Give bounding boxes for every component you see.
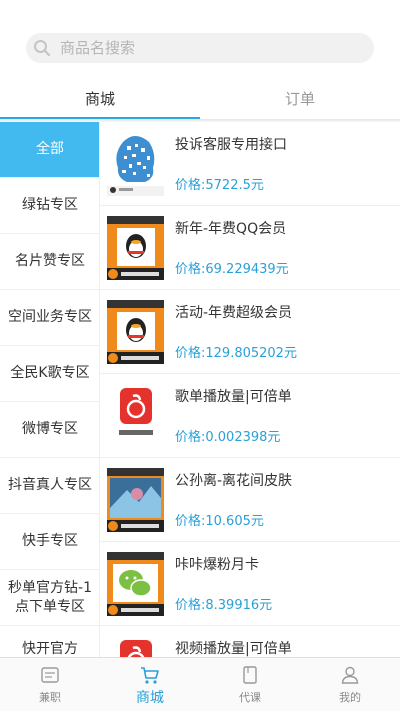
product-list: 投诉客服专用接口 价格:5722.5元 新年-年费QQ会员 价格:69.2294…: [100, 122, 400, 657]
book-icon: [243, 666, 257, 684]
nav-profile[interactable]: 我的: [300, 658, 400, 711]
sidebar-item-weibo[interactable]: 微博专区: [0, 402, 99, 458]
sidebar-item-douyin[interactable]: 抖音真人专区: [0, 458, 99, 514]
person-icon: [341, 666, 359, 684]
product-price: 价格:5722.5元: [175, 178, 264, 193]
product-title: 新年-年费QQ会员: [175, 221, 287, 237]
qq-penguin-thumbnail: [107, 300, 164, 364]
product-item[interactable]: 咔咔爆粉月卡 价格:8.39916元: [100, 542, 400, 626]
sidebar-item-karaoke[interactable]: 全民K歌专区: [0, 346, 99, 402]
document-icon: [41, 667, 59, 683]
sidebar-item-card-likes[interactable]: 名片赞专区: [0, 234, 99, 290]
product-item[interactable]: 投诉客服专用接口 价格:5722.5元: [100, 122, 400, 206]
search-box[interactable]: [26, 33, 374, 63]
game-skin-thumbnail: [107, 468, 164, 532]
tab-orders[interactable]: 订单: [200, 80, 400, 120]
product-title: 活动-年费超级会员: [175, 305, 293, 321]
sidebar-item-quick-open[interactable]: 快开官方: [0, 626, 99, 657]
product-title: 歌单播放量|可倍单: [175, 389, 292, 405]
product-price: 价格:69.229439元: [175, 262, 289, 277]
sidebar-item-label: 快手专区: [22, 533, 78, 549]
search-icon: [34, 40, 51, 57]
sidebar-item-label: 快开官方: [22, 641, 78, 657]
sidebar-item-label: 全部: [36, 141, 64, 157]
cart-icon: [141, 667, 159, 684]
product-item[interactable]: 新年-年费QQ会员 价格:69.229439元: [100, 206, 400, 290]
product-item[interactable]: 活动-年费超级会员 价格:129.805202元: [100, 290, 400, 374]
product-title: 视频播放量|可倍单: [175, 641, 292, 657]
sidebar-item-kuaishou[interactable]: 快手专区: [0, 514, 99, 570]
product-price: 价格:10.605元: [175, 514, 264, 529]
wechat-thumbnail: [107, 552, 164, 616]
product-title: 公孙离-离花间皮肤: [175, 473, 293, 489]
qr-code-thumbnail: [107, 132, 164, 196]
nav-part-time[interactable]: 兼职: [0, 658, 100, 711]
sidebar-item-label: 抖音真人专区: [8, 477, 92, 493]
category-sidebar: 全部 绿钻专区 名片赞专区 空间业务专区 全民K歌专区 微博专区 抖音真人专区 …: [0, 122, 100, 657]
product-title: 咔咔爆粉月卡: [175, 557, 259, 573]
tab-mall[interactable]: 商城: [0, 80, 200, 120]
product-price: 价格:0.002398元: [175, 430, 281, 445]
nav-label: 我的: [339, 691, 361, 704]
sidebar-item-label: 微博专区: [22, 421, 78, 437]
sidebar-item-label: 空间业务专区: [8, 309, 92, 325]
nav-label: 商城: [136, 690, 164, 706]
sidebar-item-all[interactable]: 全部: [0, 122, 99, 178]
search-bar: [0, 0, 400, 86]
search-input[interactable]: [60, 33, 360, 63]
netease-music-thumbnail: [107, 636, 164, 657]
product-price: 价格:8.39916元: [175, 598, 273, 613]
nav-label: 兼职: [39, 691, 61, 704]
product-item[interactable]: 歌单播放量|可倍单 价格:0.002398元: [100, 374, 400, 458]
sidebar-item-green-diamond[interactable]: 绿钻专区: [0, 178, 99, 234]
netease-music-thumbnail: [107, 384, 164, 448]
bottom-nav: 兼职 商城 代课 我的: [0, 657, 400, 711]
sidebar-item-label: 名片赞专区: [15, 253, 85, 269]
product-price: 价格:129.805202元: [175, 346, 297, 361]
top-tabs: 商城 订单: [0, 80, 400, 120]
qq-penguin-thumbnail: [107, 216, 164, 280]
nav-mall[interactable]: 商城: [100, 658, 200, 711]
product-item[interactable]: 公孙离-离花间皮肤 价格:10.605元: [100, 458, 400, 542]
sidebar-item-qzone[interactable]: 空间业务专区: [0, 290, 99, 346]
product-item[interactable]: 视频播放量|可倍单: [100, 626, 400, 657]
nav-tutoring[interactable]: 代课: [200, 658, 300, 711]
nav-label: 代课: [239, 691, 261, 704]
sidebar-item-label: 全民K歌专区: [10, 365, 90, 381]
sidebar-item-instant-diamond[interactable]: 秒单官方钻-1点下单专区: [0, 570, 99, 626]
sidebar-item-label: 秒单官方钻-1点下单专区: [8, 579, 92, 615]
product-title: 投诉客服专用接口: [175, 137, 287, 153]
sidebar-item-label: 绿钻专区: [22, 197, 78, 213]
